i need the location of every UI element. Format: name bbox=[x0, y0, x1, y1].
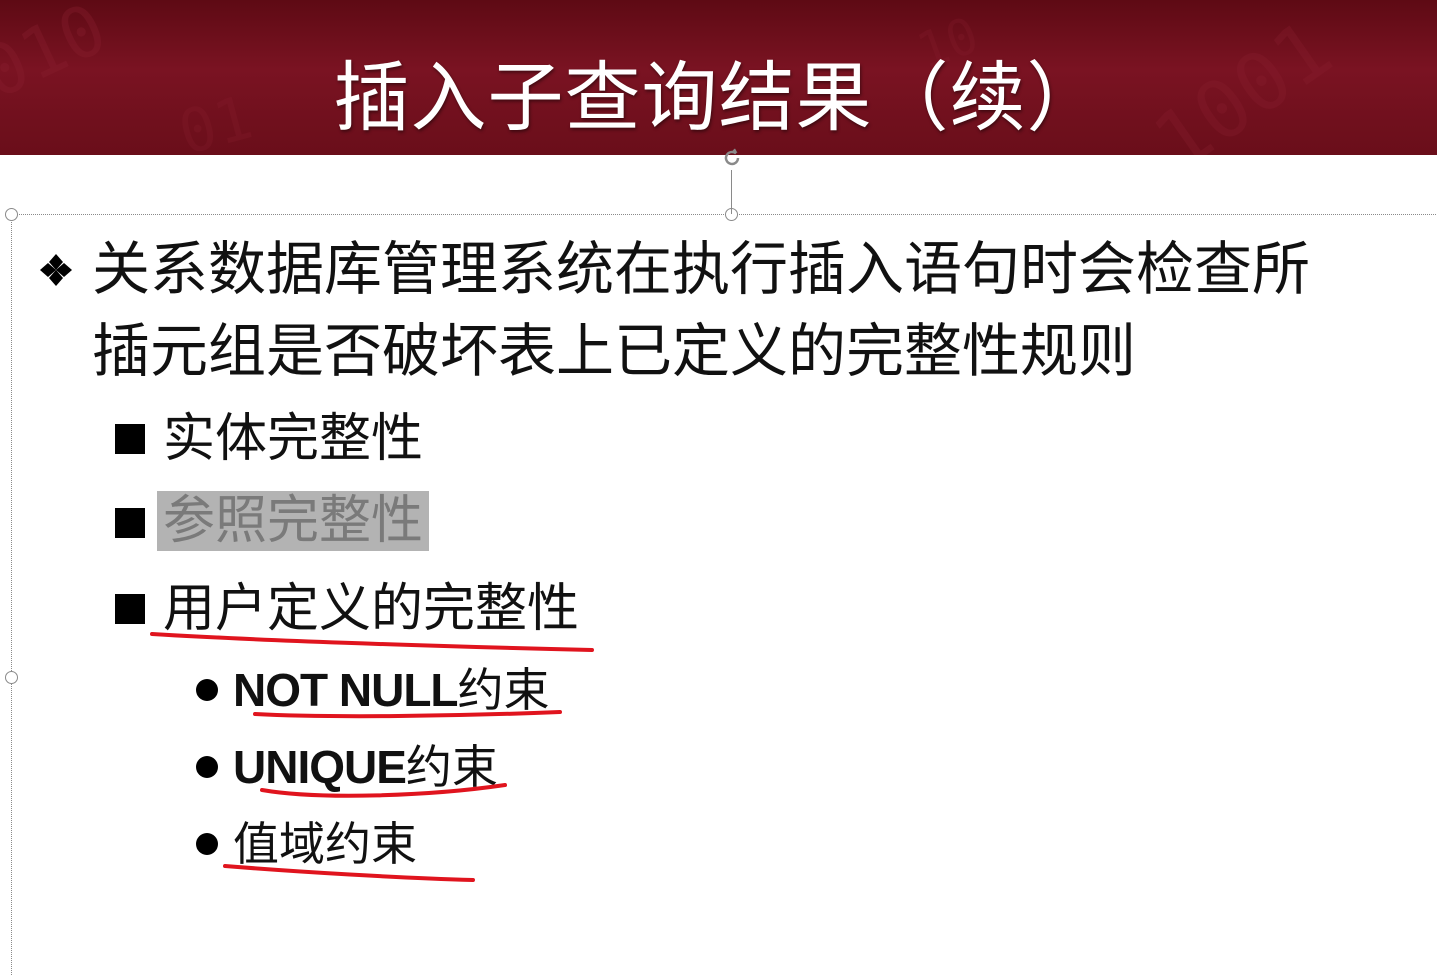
intro-line-1: 关系数据库管理系统在执行插入语句时会检查所 bbox=[92, 235, 1311, 303]
black-dot-icon bbox=[196, 756, 218, 778]
intro-line-2: 插元组是否破坏表上已定义的完整性规则 bbox=[92, 317, 1137, 385]
slide-title[interactable]: 插入子查询结果（续） bbox=[0, 48, 1437, 148]
constraint-not-null: NOT NULL约束 bbox=[233, 655, 550, 725]
rule-item-entity: 实体完整性 bbox=[163, 409, 424, 469]
diamond-four-icon bbox=[40, 254, 72, 286]
black-dot-icon bbox=[196, 833, 218, 855]
rule-item-referential: 参照完整性 bbox=[157, 482, 430, 560]
constraint-suffix: 约束 bbox=[457, 663, 550, 717]
constraint-suffix: 约束 bbox=[405, 740, 498, 794]
rotate-connector bbox=[731, 170, 732, 214]
rule-item-user-defined: 用户定义的完整性 bbox=[163, 579, 580, 639]
constraint-unique: UNIQUE约束 bbox=[233, 732, 498, 802]
black-square-icon bbox=[115, 508, 145, 538]
black-dot-icon bbox=[196, 679, 218, 701]
constraint-domain: 值域约束 bbox=[233, 817, 417, 871]
constraint-keyword: UNIQUE bbox=[233, 741, 407, 793]
black-square-icon bbox=[115, 424, 145, 454]
highlighted-selection[interactable]: 参照完整性 bbox=[157, 491, 430, 551]
title-banner: 010 1001 10 01 插入子查询结果（续） bbox=[0, 0, 1437, 155]
black-square-icon bbox=[115, 594, 145, 624]
resize-handle-middle-left[interactable] bbox=[5, 671, 18, 684]
resize-handle-top-left[interactable] bbox=[5, 208, 18, 221]
rotate-icon[interactable] bbox=[720, 146, 744, 170]
constraint-keyword: NOT NULL bbox=[233, 664, 459, 716]
